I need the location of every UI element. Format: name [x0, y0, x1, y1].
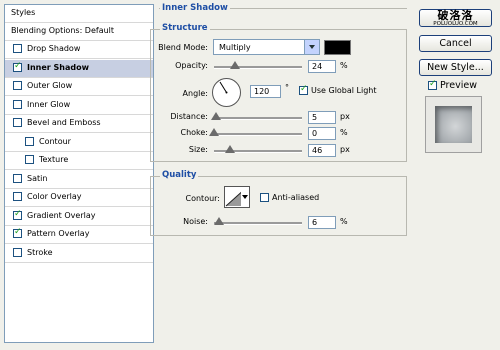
style-item-checkbox[interactable]	[13, 61, 22, 72]
anti-aliased-checkbox[interactable]	[260, 193, 269, 202]
size-input[interactable]: 46	[308, 144, 336, 157]
style-item-checkbox[interactable]	[25, 155, 34, 164]
quality-group	[150, 176, 407, 236]
distance-slider-thumb[interactable]	[210, 112, 221, 120]
styles-panel: Styles Blending Options: Default Drop Sh…	[4, 4, 154, 343]
angle-indicator-icon	[219, 81, 228, 94]
style-item-label: Bevel and Emboss	[27, 118, 101, 127]
blend-mode-value: Multiply	[219, 43, 251, 52]
style-item-label: Stroke	[27, 247, 53, 257]
style-item-checkbox[interactable]	[13, 192, 22, 201]
choke-slider-track[interactable]	[214, 133, 302, 136]
style-item-checkbox[interactable]	[13, 173, 22, 183]
noise-input[interactable]: 6	[308, 216, 336, 229]
style-item-label: Texture	[39, 155, 69, 164]
preview-swatch	[435, 106, 472, 143]
preview-frame	[425, 96, 482, 153]
blending-options-item[interactable]: Blending Options: Default	[5, 23, 153, 41]
chevron-down-icon	[242, 195, 248, 199]
use-global-light-label: Use Global Light	[311, 86, 377, 95]
noise-label: Noise:	[183, 217, 208, 226]
style-item-checkbox[interactable]	[13, 118, 22, 127]
size-label: Size:	[188, 145, 208, 154]
angle-label: Angle:	[182, 89, 208, 98]
opacity-input[interactable]: 24	[308, 60, 336, 73]
style-item-drop-shadow[interactable]: Drop Shadow	[5, 41, 153, 59]
opacity-unit: %	[340, 61, 348, 70]
style-item-checkbox[interactable]	[25, 136, 34, 146]
choke-input[interactable]: 0	[308, 127, 336, 140]
style-item-pattern-overlay[interactable]: Pattern Overlay	[5, 226, 153, 244]
distance-input[interactable]: 5	[308, 111, 336, 124]
style-item-label: Inner Glow	[27, 99, 71, 109]
blend-mode-select[interactable]: Multiply	[213, 39, 320, 55]
choke-slider-thumb[interactable]	[209, 128, 219, 136]
noise-unit: %	[340, 217, 348, 226]
style-item-label: Outer Glow	[27, 81, 73, 90]
angle-unit: °	[285, 83, 289, 92]
watermark-subtext: POLUOLUO.COM	[433, 21, 478, 27]
angle-input[interactable]: 120	[250, 85, 281, 98]
style-item-color-overlay[interactable]: Color Overlay	[5, 189, 153, 207]
inner-shadow-title: Inner Shadow	[160, 3, 230, 13]
opacity-slider-track[interactable]	[214, 66, 302, 69]
style-item-label: Contour	[39, 136, 71, 146]
quality-title: Quality	[160, 170, 199, 180]
style-item-stroke[interactable]: Stroke	[5, 245, 153, 263]
shadow-color-swatch[interactable]	[324, 40, 351, 55]
style-item-satin[interactable]: Satin	[5, 171, 153, 189]
distance-label: Distance:	[170, 112, 208, 121]
style-item-label: Color Overlay	[27, 192, 82, 201]
angle-dial[interactable]	[212, 78, 241, 107]
structure-title: Structure	[160, 23, 210, 33]
choke-label: Choke:	[180, 128, 208, 137]
style-item-inner-glow[interactable]: Inner Glow	[5, 97, 153, 115]
cancel-button[interactable]: Cancel	[419, 35, 492, 52]
style-item-checkbox[interactable]	[13, 209, 22, 220]
size-unit: px	[340, 145, 350, 154]
style-item-label: Gradient Overlay	[27, 210, 96, 220]
style-item-checkbox[interactable]	[13, 247, 22, 257]
style-item-outer-glow[interactable]: Outer Glow	[5, 78, 153, 96]
style-item-inner-shadow[interactable]: Inner Shadow	[5, 59, 153, 78]
styles-header: Styles	[5, 5, 153, 23]
style-item-checkbox[interactable]	[13, 44, 22, 53]
preview-label: Preview	[440, 80, 477, 91]
opacity-slider-thumb[interactable]	[230, 61, 241, 69]
styles-header-label: Styles	[11, 8, 36, 17]
noise-slider-track[interactable]	[214, 222, 302, 225]
blending-options-label: Blending Options: Default	[11, 26, 115, 35]
size-slider-thumb[interactable]	[224, 145, 235, 153]
distance-unit: px	[340, 112, 350, 121]
opacity-label: Opacity:	[175, 61, 208, 70]
style-item-label: Drop Shadow	[27, 44, 81, 53]
style-item-contour[interactable]: Contour	[5, 134, 153, 152]
style-item-gradient-overlay[interactable]: Gradient Overlay	[5, 208, 153, 226]
style-item-label: Satin	[27, 173, 48, 183]
style-item-checkbox[interactable]	[13, 99, 22, 109]
style-item-checkbox[interactable]	[13, 227, 22, 238]
preview-checkbox[interactable]	[428, 79, 437, 90]
style-item-label: Inner Shadow	[27, 62, 89, 72]
contour-label: Contour:	[185, 194, 221, 203]
style-item-checkbox[interactable]	[13, 81, 22, 90]
style-item-label: Pattern Overlay	[27, 229, 90, 238]
choke-unit: %	[340, 128, 348, 137]
style-item-bevel-and-emboss[interactable]: Bevel and Emboss	[5, 115, 153, 133]
use-global-light-checkbox[interactable]	[299, 84, 308, 95]
noise-slider-thumb[interactable]	[214, 217, 225, 225]
blend-mode-label: Blend Mode:	[158, 43, 208, 52]
contour-dropdown-button[interactable]	[241, 186, 250, 208]
distance-slider-track[interactable]	[214, 117, 302, 120]
chevron-down-icon	[304, 40, 319, 54]
anti-aliased-label: Anti-aliased	[272, 193, 320, 202]
ok-button[interactable]: 破洛洛 POLUOLUO.COM OK	[419, 9, 492, 27]
style-item-texture[interactable]: Texture	[5, 152, 153, 170]
new-style-button[interactable]: New Style...	[419, 59, 492, 76]
